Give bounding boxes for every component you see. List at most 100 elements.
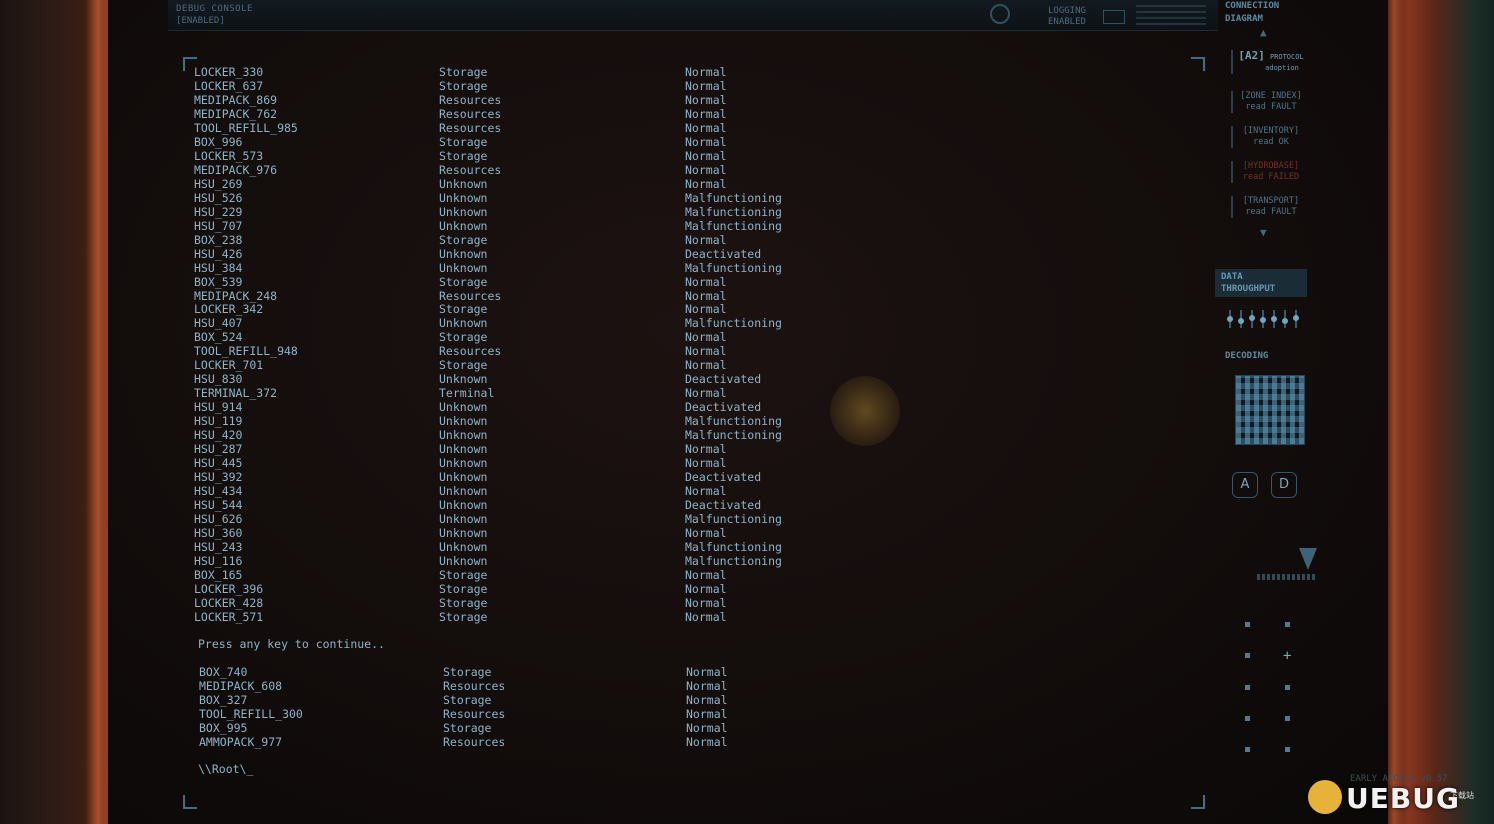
continue-prompt: Press any key to continue.. — [198, 637, 385, 651]
object-type: Storage — [439, 65, 488, 79]
throughput-slider-knob[interactable] — [1282, 317, 1288, 324]
plus-icon[interactable]: + — [1283, 649, 1291, 663]
object-status: Normal — [685, 176, 727, 191]
object-status: Malfunctioning — [685, 553, 782, 568]
chevron-down-icon[interactable]: ▼ — [1260, 226, 1267, 239]
object-type: Storage — [439, 302, 488, 317]
keypad-dot[interactable] — [1245, 622, 1250, 627]
keypad-dot[interactable] — [1285, 622, 1290, 627]
connection-item-state: read OK — [1253, 137, 1289, 147]
protocol-line1: PROTOCOL — [1269, 53, 1304, 61]
object-status: Normal — [685, 442, 727, 457]
object-type: Storage — [439, 78, 488, 93]
object-id: TERMINAL_372 — [194, 386, 278, 401]
object-type: Storage — [439, 595, 488, 610]
object-id: BOX_539 — [194, 274, 243, 289]
connection-item[interactable]: [TRANSPORT] read FAULT — [1231, 196, 1309, 218]
object-id: HSU_830 — [194, 372, 243, 387]
object-id: HSU_269 — [194, 176, 243, 191]
object-type: Storage — [439, 134, 488, 149]
throughput-slider-knob[interactable] — [1227, 316, 1233, 322]
object-type: Unknown — [439, 414, 488, 429]
logging-line2: ENABLED — [1048, 17, 1086, 27]
object-status: Malfunctioning — [685, 428, 782, 443]
object-status: Normal — [686, 678, 728, 693]
object-status: Deactivated — [685, 372, 762, 387]
keypad-dot[interactable] — [1245, 716, 1250, 721]
keypad-dot[interactable] — [1285, 685, 1290, 690]
folder-icon[interactable] — [1103, 10, 1125, 24]
data-throughput-header: DATA THROUGHPUT — [1215, 269, 1307, 297]
object-type: Unknown — [439, 526, 488, 540]
chevron-up-icon[interactable]: ▲ — [1260, 26, 1267, 39]
object-id: MEDIPACK_762 — [194, 106, 278, 121]
throughput-slider-knob[interactable] — [1293, 315, 1299, 322]
frame-corner-top-right — [1191, 57, 1205, 71]
object-status: Normal — [685, 134, 727, 149]
keypad-dot[interactable] — [1245, 653, 1250, 658]
settings-gear-icon[interactable] — [990, 4, 1010, 24]
object-status: Normal — [685, 344, 727, 359]
throughput-line2: THROUGHPUT — [1221, 284, 1276, 294]
protocol-item[interactable]: [A2] PROTOCOL adoption — [1231, 50, 1309, 74]
throughput-line1: DATA — [1221, 272, 1243, 282]
object-type: Resources — [439, 162, 502, 177]
throughput-slider-knob[interactable] — [1271, 316, 1277, 322]
connection-item[interactable]: [HYDROBASE] read FAILED — [1231, 161, 1309, 183]
throughput-sliders — [1225, 310, 1305, 328]
object-type: Resources — [443, 734, 506, 749]
object-type: Unknown — [439, 190, 488, 205]
keypad-dot[interactable] — [1285, 716, 1290, 721]
menu-bars-icon[interactable] — [1136, 5, 1206, 25]
object-type: Unknown — [439, 512, 488, 527]
object-status: Normal — [686, 706, 728, 721]
object-status: Deactivated — [685, 246, 762, 261]
throughput-slider-knob[interactable] — [1249, 314, 1255, 321]
object-id: MEDIPACK_248 — [194, 288, 278, 303]
object-type: Unknown — [439, 456, 488, 471]
button-d[interactable]: D — [1271, 472, 1297, 498]
command-line[interactable]: \\Root\_ — [198, 762, 253, 776]
object-id: MEDIPACK_608 — [199, 678, 283, 693]
object-id: MEDIPACK_869 — [194, 92, 278, 107]
object-id: HSU_445 — [194, 456, 243, 471]
watermark-text: UEBUG — [1346, 782, 1460, 815]
connection-title-1: CONNECTION — [1225, 1, 1280, 11]
object-status: Normal — [685, 358, 727, 373]
object-id: HSU_384 — [194, 260, 243, 275]
throughput-slider-knob[interactable] — [1260, 317, 1266, 324]
keypad-dot[interactable] — [1245, 747, 1250, 752]
object-status: Normal — [686, 720, 728, 735]
object-status: Malfunctioning — [685, 539, 782, 554]
button-a[interactable]: A — [1232, 472, 1258, 498]
keypad-dot[interactable] — [1285, 747, 1290, 752]
object-type: Unknown — [439, 372, 488, 387]
object-id: BOX_327 — [199, 692, 248, 707]
object-type: Unknown — [439, 498, 488, 513]
object-type: Storage — [439, 330, 488, 345]
object-status: Normal — [685, 288, 727, 303]
object-type: Resources — [439, 288, 502, 303]
object-id: TOOL_REFILL_300 — [199, 706, 303, 721]
object-type: Storage — [439, 609, 488, 624]
object-type: Unknown — [439, 260, 488, 275]
object-id: HSU_626 — [194, 512, 243, 527]
throughput-slider-knob[interactable] — [1238, 318, 1244, 325]
connection-item[interactable]: [INVENTORY] read OK — [1231, 126, 1309, 148]
object-id: LOCKER_571 — [194, 609, 264, 624]
decoding-label: DECODING — [1225, 351, 1269, 361]
connection-item-name: [INVENTORY] — [1242, 126, 1300, 136]
object-type: Unknown — [439, 400, 488, 415]
object-status: Normal — [685, 456, 727, 471]
object-status: Normal — [685, 78, 727, 93]
object-id: LOCKER_396 — [194, 581, 264, 596]
frame-corner-bottom-left — [183, 795, 197, 809]
object-id: BOX_995 — [199, 720, 248, 735]
object-type: Unknown — [439, 470, 488, 485]
object-id: HSU_229 — [194, 204, 243, 219]
object-status: Deactivated — [685, 400, 762, 415]
connection-item[interactable]: [ZONE INDEX] read FAULT — [1231, 91, 1309, 113]
keypad-dot[interactable] — [1245, 685, 1250, 690]
decoding-pattern — [1235, 375, 1305, 445]
object-status: Normal — [685, 106, 727, 121]
